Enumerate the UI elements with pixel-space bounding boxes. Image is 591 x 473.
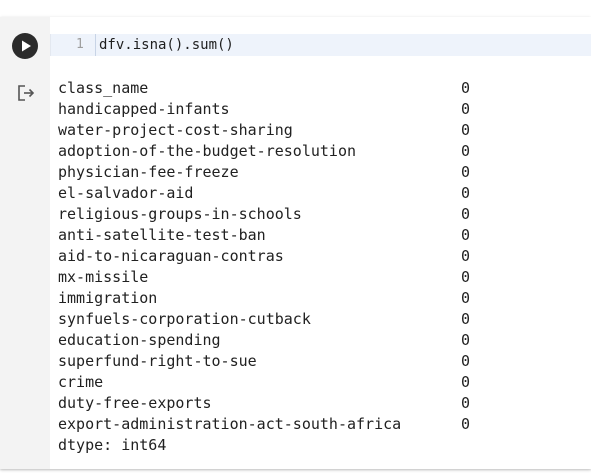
output-row: export-administration-act-south-africa 0 (58, 414, 578, 435)
column-name: adoption-of-the-budget-resolution (58, 142, 357, 160)
output-row: handicapped-infants 0 (58, 99, 578, 120)
output-row: physician-fee-freeze 0 (58, 162, 578, 183)
null-count: 0 (461, 289, 471, 307)
column-name: mx-missile (58, 268, 149, 286)
output-row: mx-missile 0 (58, 267, 578, 288)
column-name: water-project-cost-sharing (58, 121, 293, 139)
output-row: class_name 0 (58, 78, 578, 99)
output-row: aid-to-nicaraguan-contras 0 (58, 246, 578, 267)
null-count: 0 (461, 352, 471, 370)
null-count: 0 (461, 79, 471, 97)
column-name: duty-free-exports (58, 394, 212, 412)
output-row: adoption-of-the-budget-resolution 0 (58, 141, 578, 162)
output-row: religious-groups-in-schools 0 (58, 204, 578, 225)
output-row: synfuels-corporation-cutback 0 (58, 309, 578, 330)
dtype-line: dtype: int64 (58, 436, 167, 454)
column-name: education-spending (58, 331, 221, 349)
null-count: 0 (461, 184, 471, 202)
null-count: 0 (461, 247, 471, 265)
column-name: export-administration-act-south-africa (58, 415, 402, 433)
output-row: anti-satellite-test-ban 0 (58, 225, 578, 246)
null-count: 0 (461, 100, 471, 118)
null-count: 0 (461, 163, 471, 181)
output-row: immigration 0 (58, 288, 578, 309)
null-count: 0 (461, 331, 471, 349)
output-row: water-project-cost-sharing 0 (58, 120, 578, 141)
column-name: physician-fee-freeze (58, 163, 239, 181)
null-count: 0 (461, 373, 471, 391)
null-count: 0 (461, 415, 471, 433)
run-cell-button[interactable] (12, 33, 38, 59)
cell-output: class_name 0 handicapped-infants 0 water-pro… (50, 69, 591, 469)
cell-gutter (0, 17, 50, 469)
output-row: duty-free-exports 0 (58, 393, 578, 414)
output-row: superfund-right-to-sue 0 (58, 351, 578, 372)
column-name: class_name (58, 79, 149, 97)
column-name: anti-satellite-test-ban (58, 226, 266, 244)
null-count: 0 (461, 268, 471, 286)
line-number: 1 (76, 37, 84, 52)
null-count: 0 (461, 310, 471, 328)
code-line[interactable]: dfv.isna().sum() (99, 36, 234, 54)
null-count: 0 (461, 142, 471, 160)
column-name: superfund-right-to-sue (58, 352, 257, 370)
column-name: handicapped-infants (58, 100, 230, 118)
output-row: el-salvador-aid 0 (58, 183, 578, 204)
code-editor[interactable]: 1 dfv.isna().sum() (50, 34, 591, 56)
column-name: crime (58, 373, 104, 391)
output-row: crime 0 (58, 372, 578, 393)
null-count: 0 (461, 226, 471, 244)
null-count: 0 (461, 394, 471, 412)
gutter-divider (95, 34, 96, 56)
null-count: 0 (461, 121, 471, 139)
play-icon (22, 40, 31, 52)
column-name: aid-to-nicaraguan-contras (58, 247, 284, 265)
output-row: education-spending 0 (58, 330, 578, 351)
column-name: religious-groups-in-schools (58, 205, 302, 223)
code-cell: 1 dfv.isna().sum() class_name 0 handicappe… (0, 17, 591, 469)
notebook-page: 1 dfv.isna().sum() class_name 0 handicappe… (0, 0, 591, 473)
column-name: el-salvador-aid (58, 184, 194, 202)
output-series-list: class_name 0 handicapped-infants 0 water-pro… (58, 78, 578, 435)
output-redirect-icon[interactable] (16, 83, 38, 103)
column-name: synfuels-corporation-cutback (58, 310, 311, 328)
column-name: immigration (58, 289, 158, 307)
null-count: 0 (461, 205, 471, 223)
